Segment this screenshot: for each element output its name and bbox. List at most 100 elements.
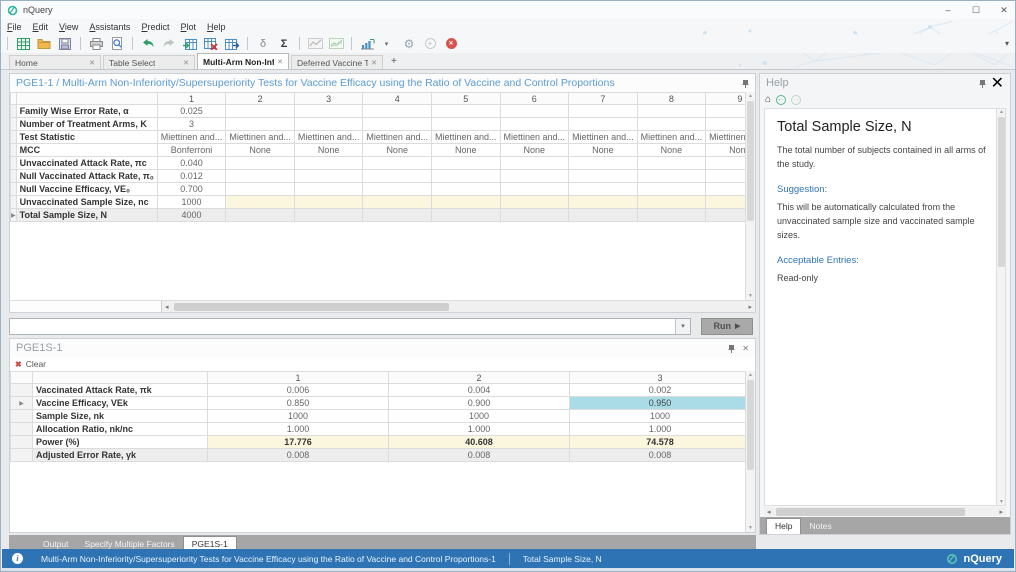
scroll-left-icon[interactable]: ◂ — [162, 303, 172, 311]
line-chart-icon[interactable] — [307, 36, 323, 51]
table-cell[interactable]: Bonferroni — [157, 144, 226, 157]
side-vertical-scrollbar[interactable]: ▲ ▼ — [745, 371, 755, 532]
table-cell[interactable]: None — [431, 144, 500, 157]
column-header[interactable]: 2 — [389, 372, 570, 384]
tab-home[interactable]: Home✕ — [9, 55, 101, 69]
menu-predict[interactable]: Predict — [141, 22, 169, 32]
table-cell[interactable]: 3 — [157, 118, 226, 131]
column-header[interactable]: 3 — [294, 93, 363, 105]
table-cell[interactable] — [431, 105, 500, 118]
scroll-right-icon[interactable]: ▸ — [745, 303, 755, 311]
save-icon[interactable] — [57, 36, 73, 51]
table-cell[interactable] — [431, 196, 500, 209]
table-cell[interactable]: 0.040 — [157, 157, 226, 170]
table-cell[interactable] — [431, 209, 500, 222]
table-cell[interactable] — [294, 105, 363, 118]
table-cell[interactable] — [569, 170, 638, 183]
table-cell[interactable] — [500, 209, 569, 222]
open-folder-icon[interactable] — [36, 36, 52, 51]
help-horizontal-scrollbar[interactable]: ◂ ▸ — [764, 507, 1006, 516]
column-header[interactable]: 8 — [637, 93, 706, 105]
table-cell[interactable] — [363, 170, 432, 183]
statement-combobox[interactable]: ▾ — [9, 318, 691, 335]
toolbar-overflow-icon[interactable]: ▾ — [1005, 39, 1009, 48]
table-cell[interactable]: 0.012 — [157, 170, 226, 183]
home-icon[interactable]: ⌂ — [765, 94, 771, 105]
design-table[interactable]: 12345678910Family Wise Error Rate, α0.02… — [10, 92, 755, 222]
table-cell[interactable] — [226, 118, 295, 131]
maximize-button[interactable]: ☐ — [969, 5, 983, 16]
pin-icon[interactable] — [728, 344, 735, 353]
print-preview-icon[interactable] — [109, 36, 125, 51]
table-cell[interactable] — [500, 196, 569, 209]
table-cell[interactable] — [637, 105, 706, 118]
panel-close-icon[interactable]: ✕ — [991, 75, 1004, 92]
table-cell[interactable]: 1.000 — [389, 423, 570, 436]
table-cell[interactable]: 0.008 — [570, 449, 751, 462]
redo-icon[interactable] — [161, 36, 177, 51]
table-cell[interactable]: 1.000 — [570, 423, 751, 436]
column-header[interactable]: 1 — [208, 372, 389, 384]
table-cell[interactable]: Miettinen and... — [157, 131, 226, 144]
add-circle-icon[interactable]: + — [422, 36, 438, 51]
table-cell[interactable] — [431, 170, 500, 183]
table-cell[interactable] — [363, 183, 432, 196]
table-cell[interactable]: 4000 — [157, 209, 226, 222]
delta-icon[interactable]: δ — [255, 36, 271, 51]
table-cell[interactable]: Miettinen and... — [294, 131, 363, 144]
table-cell[interactable] — [226, 196, 295, 209]
side-table[interactable]: 123Vaccinated Attack Rate, πk0.0060.0040… — [10, 371, 751, 462]
panel-close-icon[interactable]: ✕ — [742, 344, 749, 353]
table-cell[interactable] — [569, 209, 638, 222]
table-cell[interactable]: 0.900 — [389, 397, 570, 410]
table-cell[interactable]: Miettinen and... — [569, 131, 638, 144]
table-cell[interactable] — [431, 157, 500, 170]
table-cell[interactable] — [637, 157, 706, 170]
table-cell[interactable]: None — [637, 144, 706, 157]
combobox-dropdown-icon[interactable]: ▾ — [675, 319, 690, 334]
table-cell[interactable] — [363, 157, 432, 170]
table-cell[interactable]: 0.950 — [570, 397, 751, 410]
table-cell[interactable]: None — [500, 144, 569, 157]
scroll-left-icon[interactable]: ◂ — [764, 508, 774, 516]
forward-icon[interactable]: → — [791, 95, 801, 105]
table-cell[interactable]: 0.008 — [389, 449, 570, 462]
tab-close-icon[interactable]: ✕ — [89, 59, 95, 67]
table-cell[interactable] — [226, 170, 295, 183]
table-cell[interactable]: Miettinen and... — [500, 131, 569, 144]
tab-deferred-vaccine-tests[interactable]: Deferred Vaccine Tests✕ — [291, 55, 383, 69]
table-cell[interactable] — [226, 209, 295, 222]
table-cell[interactable]: 0.008 — [208, 449, 389, 462]
column-header[interactable]: 7 — [569, 93, 638, 105]
table-cell[interactable] — [569, 196, 638, 209]
menu-assistants[interactable]: Assistants — [89, 22, 130, 32]
menu-plot[interactable]: Plot — [180, 22, 196, 32]
back-icon[interactable]: ← — [776, 95, 786, 105]
sigma-icon[interactable]: Σ — [276, 36, 292, 51]
table-cell[interactable] — [363, 196, 432, 209]
table-cell[interactable] — [569, 105, 638, 118]
table-cell[interactable] — [294, 170, 363, 183]
help-vertical-scrollbar[interactable]: ▲ ▼ — [996, 108, 1006, 506]
table-cell[interactable] — [637, 118, 706, 131]
table-cell[interactable]: None — [226, 144, 295, 157]
table-cell[interactable]: 0.700 — [157, 183, 226, 196]
main-horizontal-scrollbar[interactable]: ◂ ▸ — [10, 300, 755, 312]
undo-icon[interactable] — [140, 36, 156, 51]
table-cell[interactable]: None — [294, 144, 363, 157]
settings-gear-icon[interactable]: ⚙ — [401, 36, 417, 51]
close-button[interactable]: ✕ — [997, 5, 1011, 16]
table-cell[interactable]: Miettinen and... — [431, 131, 500, 144]
run-button[interactable]: Run ▶ — [701, 318, 753, 335]
table-cell[interactable] — [294, 118, 363, 131]
table-cell[interactable] — [637, 170, 706, 183]
table-cell[interactable] — [363, 105, 432, 118]
tab-close-icon[interactable]: ✕ — [371, 59, 377, 67]
table-cell[interactable]: Miettinen and... — [363, 131, 432, 144]
tab-table-select[interactable]: Table Select✕ — [103, 55, 195, 69]
table-cell[interactable] — [363, 209, 432, 222]
table-cell[interactable] — [637, 183, 706, 196]
table-cell[interactable]: None — [569, 144, 638, 157]
print-icon[interactable] — [88, 36, 104, 51]
table-cell[interactable] — [637, 209, 706, 222]
